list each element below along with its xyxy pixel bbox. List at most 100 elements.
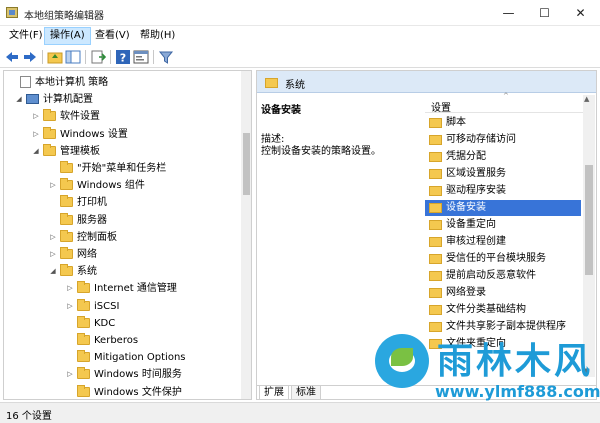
- folder-icon: [77, 315, 90, 328]
- tree-node[interactable]: Windows 文件保护: [65, 384, 182, 399]
- tree-node[interactable]: ▷ Internet 通信管理: [65, 280, 177, 297]
- setting-item[interactable]: 网络登录: [425, 285, 581, 301]
- tree-node[interactable]: "开始"菜单和任务栏: [48, 160, 166, 177]
- expand-arrow-icon[interactable]: ▷: [31, 108, 41, 125]
- tree-node-label: Windows 设置: [60, 128, 128, 140]
- tree-node[interactable]: ▷ Windows 设置: [31, 126, 128, 143]
- export-list-icon[interactable]: [90, 49, 106, 65]
- setting-item[interactable]: 受信任的平台模块服务: [425, 251, 581, 267]
- folder-icon: [429, 203, 442, 213]
- expand-arrow-icon[interactable]: ▷: [48, 246, 58, 263]
- expand-arrow-icon[interactable]: ▷: [48, 177, 58, 194]
- tree-node-label: 本地计算机 策略: [35, 77, 109, 88]
- scroll-up-icon[interactable]: ▲: [584, 95, 589, 103]
- settings-scrollbar-thumb[interactable]: [585, 165, 593, 275]
- properties-icon[interactable]: [133, 49, 149, 65]
- tree-node-label: Mitigation Options: [94, 352, 186, 364]
- menu-action[interactable]: 操作(A): [44, 27, 91, 45]
- expand-arrow-icon[interactable]: ▷: [65, 366, 75, 383]
- setting-item[interactable]: 可移动存储访问: [425, 132, 581, 148]
- setting-item[interactable]: 驱动程序安装: [425, 183, 581, 199]
- folder-icon: [77, 298, 90, 311]
- setting-item-label: 设备安装: [446, 202, 486, 213]
- tree-node[interactable]: ◢ 计算机配置: [14, 91, 93, 108]
- tree-node[interactable]: 本地计算机 策略: [8, 74, 108, 91]
- tree-node-label: iSCSI: [94, 300, 120, 312]
- setting-item-label: 受信任的平台模块服务: [446, 253, 546, 264]
- setting-item[interactable]: 脚本: [425, 115, 581, 131]
- setting-item-label: 网络登录: [446, 287, 486, 298]
- setting-item[interactable]: 设备重定向: [425, 217, 581, 233]
- folder-icon: [77, 281, 90, 294]
- settings-column-label: 设置: [431, 103, 451, 114]
- menu-help[interactable]: 帮助(H): [135, 27, 180, 45]
- up-folder-icon[interactable]: [47, 49, 63, 65]
- folder-icon: [429, 254, 442, 264]
- watermark-url: www.ylmf888.com: [435, 382, 600, 401]
- folder-icon: [429, 186, 442, 196]
- sort-caret-icon: ^: [503, 92, 509, 100]
- tree-node[interactable]: 服务器: [48, 212, 107, 229]
- tree-node-label: Internet 通信管理: [94, 283, 177, 295]
- group-policy-app-icon: [6, 7, 18, 18]
- tree-scrollbar[interactable]: [241, 71, 251, 399]
- setting-item-label: 提前启动反恶意软件: [446, 270, 536, 281]
- folder-icon: [429, 271, 442, 281]
- tree-node[interactable]: 打印机: [48, 194, 107, 211]
- menu-view[interactable]: 查看(V): [90, 27, 135, 45]
- tab-standard[interactable]: 标准: [291, 386, 321, 399]
- setting-item-label: 区域设置服务: [446, 168, 506, 179]
- tree-node[interactable]: KDC: [65, 315, 115, 332]
- tree-scrollbar-thumb[interactable]: [243, 133, 250, 195]
- help-icon[interactable]: ?: [115, 49, 131, 65]
- menu-file[interactable]: 文件(F): [4, 27, 48, 45]
- folder-icon: [265, 78, 278, 88]
- setting-item[interactable]: 凭据分配: [425, 149, 581, 165]
- expand-arrow-icon[interactable]: ▷: [65, 280, 75, 297]
- tree-node[interactable]: ▷ 网络: [48, 246, 97, 263]
- window-title: 本地组策略编辑器: [24, 11, 104, 22]
- expand-arrow-icon[interactable]: ▷: [65, 298, 75, 315]
- settings-column-header[interactable]: 设置 ^: [425, 92, 595, 114]
- svg-text:?: ?: [120, 52, 126, 65]
- tree-node[interactable]: ◢ 系统: [48, 263, 97, 280]
- status-text: 16 个设置: [6, 411, 52, 422]
- folder-icon: [429, 152, 442, 162]
- tree-node[interactable]: ▷ iSCSI: [65, 298, 119, 315]
- folder-icon: [429, 288, 442, 298]
- forward-icon[interactable]: [22, 49, 38, 65]
- setting-item[interactable]: 提前启动反恶意软件: [425, 268, 581, 284]
- setting-item[interactable]: 设备安装: [425, 200, 581, 216]
- tree-node[interactable]: Kerberos: [65, 332, 138, 349]
- collapse-arrow-icon[interactable]: ◢: [14, 91, 24, 108]
- setting-item-label: 脚本: [446, 117, 466, 128]
- folder-icon: [429, 118, 442, 128]
- expand-arrow-icon[interactable]: ▷: [48, 229, 58, 246]
- setting-item[interactable]: 区域设置服务: [425, 166, 581, 182]
- tree-node[interactable]: ▷ 控制面板: [48, 229, 117, 246]
- tree-node[interactable]: ▷ 软件设置: [31, 108, 100, 125]
- tab-extended[interactable]: 扩展: [259, 386, 289, 399]
- collapse-arrow-icon[interactable]: ◢: [48, 263, 58, 280]
- tree-node[interactable]: Mitigation Options: [65, 349, 186, 366]
- show-hide-tree-icon[interactable]: [65, 49, 81, 65]
- tree-node[interactable]: ▷ Windows 组件: [48, 177, 145, 194]
- folder-icon: [60, 264, 73, 277]
- tree-node-label: 管理模板: [60, 145, 100, 157]
- watermark-leaf-icon: [391, 348, 413, 366]
- setting-item[interactable]: 文件分类基础结构: [425, 302, 581, 318]
- filter-icon[interactable]: [158, 49, 174, 65]
- expand-arrow-icon[interactable]: ▷: [31, 126, 41, 143]
- folder-icon: [60, 229, 73, 242]
- tree-node-label: Windows 时间服务: [94, 369, 182, 381]
- policy-tree-pane[interactable]: 本地计算机 策略 ◢ 计算机配置 ▷ 软件设置 ▷ Windows 设置 ◢ 管理模板 "开始"菜…: [3, 70, 252, 400]
- tree-node[interactable]: ▷ Windows 时间服务: [65, 366, 182, 383]
- collapse-arrow-icon[interactable]: ◢: [31, 143, 41, 160]
- setting-item[interactable]: 审核过程创建: [425, 234, 581, 250]
- detail-title: 设备安装: [261, 105, 301, 116]
- back-icon[interactable]: [4, 49, 20, 65]
- tree-node[interactable]: ◢ 管理模板: [31, 143, 100, 160]
- folder-icon: [77, 350, 90, 363]
- close-button[interactable]: ✕: [558, 0, 600, 26]
- watermark-name: 雨林木风: [437, 341, 594, 382]
